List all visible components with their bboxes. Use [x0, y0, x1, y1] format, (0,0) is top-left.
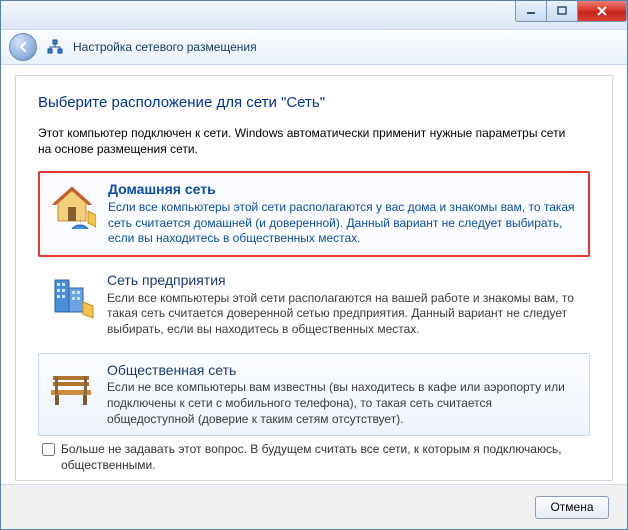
option-public-network[interactable]: Общественная сеть Если не все компьютеры… [38, 353, 590, 437]
header-strip: Настройка сетевого размещения [1, 30, 627, 65]
option-public-desc: Если не все компьютеры вам известны (вы … [107, 380, 581, 427]
option-work-desc: Если все компьютеры этой сети располагаю… [107, 291, 581, 338]
option-work-text: Сеть предприятия Если все компьютеры это… [107, 272, 581, 338]
body-area: Выберите расположение для сети "Сеть" Эт… [1, 65, 627, 529]
option-home-title: Домашняя сеть [108, 181, 580, 198]
option-work-network[interactable]: Сеть предприятия Если все компьютеры это… [38, 263, 590, 347]
minimize-button[interactable] [515, 1, 547, 22]
help-link[interactable]: Помочь выбрать [42, 479, 135, 481]
intro-text: Этот компьютер подключен к сети. Windows… [38, 125, 578, 157]
window-controls [515, 1, 627, 22]
back-button[interactable] [9, 33, 37, 61]
option-work-title: Сеть предприятия [107, 272, 581, 289]
footer-bar: Отмена [1, 484, 627, 529]
bench-icon [47, 362, 95, 410]
dialog-window: Настройка сетевого размещения Выберите р… [0, 0, 628, 530]
close-button[interactable] [578, 1, 627, 22]
option-public-text: Общественная сеть Если не все компьютеры… [107, 362, 581, 428]
titlebar [1, 1, 627, 30]
dont-ask-checkbox-row[interactable]: Больше не задавать этот вопрос. В будуще… [42, 442, 562, 473]
dont-ask-checkbox[interactable] [42, 443, 55, 456]
content-panel: Выберите расположение для сети "Сеть" Эт… [15, 75, 613, 481]
option-public-title: Общественная сеть [107, 362, 581, 379]
option-home-network[interactable]: Домашняя сеть Если все компьютеры этой с… [38, 171, 590, 257]
cancel-button[interactable]: Отмена [535, 496, 609, 519]
dont-ask-label: Больше не задавать этот вопрос. В будуще… [61, 442, 562, 473]
network-icon [47, 39, 63, 55]
maximize-button[interactable] [547, 1, 578, 22]
main-heading: Выберите расположение для сети "Сеть" [38, 94, 590, 111]
option-home-desc: Если все компьютеры этой сети располагаю… [108, 200, 580, 247]
home-icon [48, 181, 96, 229]
header-title: Настройка сетевого размещения [73, 40, 257, 54]
office-icon [47, 272, 95, 320]
option-home-text: Домашняя сеть Если все компьютеры этой с… [108, 181, 580, 247]
